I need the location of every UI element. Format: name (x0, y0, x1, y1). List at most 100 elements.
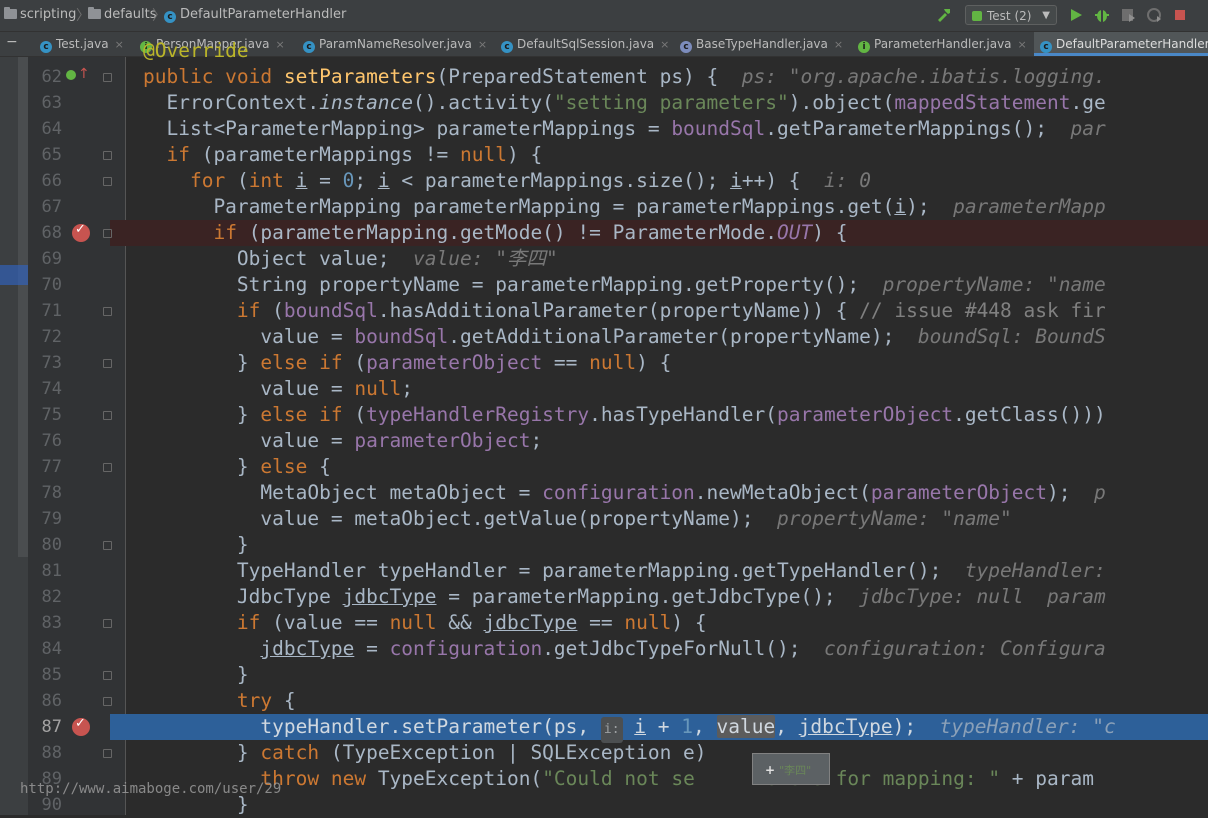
breadcrumb-label: defaults (104, 7, 157, 22)
code-line[interactable]: 83 if (value == null && jdbcType == null… (0, 610, 1208, 636)
run-configuration-select[interactable]: Test (2) ▼ (965, 5, 1057, 25)
code-line[interactable]: 82 JdbcType jdbcType = parameterMapping.… (0, 584, 1208, 610)
code-text: List<ParameterMapping> parameterMappings… (143, 117, 1106, 140)
code-line[interactable]: 65 if (parameterMappings != null) { (0, 142, 1208, 168)
fold-icon[interactable] (103, 619, 112, 628)
code-text: } (143, 533, 249, 556)
fold-icon[interactable] (103, 73, 112, 82)
breadcrumb-label: scripting (20, 7, 77, 22)
code-line[interactable]: 84 jdbcType = configuration.getJdbcTypeF… (0, 636, 1208, 662)
code-text: ParameterMapping parameterMapping = para… (143, 195, 1106, 218)
fold-icon[interactable] (103, 697, 112, 706)
line-number: 62 (41, 67, 62, 87)
code-text: value = metaObject.getValue(propertyName… (143, 507, 1012, 530)
code-text: TypeHandler typeHandler = parameterMappi… (143, 559, 1106, 582)
override-arrow-icon: ↑ (78, 66, 90, 82)
folder-icon (88, 7, 101, 19)
code-line[interactable]: 63 ErrorContext.instance().activity("set… (0, 90, 1208, 116)
fold-icon[interactable] (103, 177, 112, 186)
code-line[interactable]: 64 List<ParameterMapping> parameterMappi… (0, 116, 1208, 142)
line-number: 64 (41, 119, 62, 139)
breadcrumb-label: DefaultParameterHandler (180, 7, 347, 22)
code-line[interactable]: 67 ParameterMapping parameterMapping = p… (0, 194, 1208, 220)
code-text: if (parameterMappings != null) { (166, 143, 543, 166)
line-number: 84 (41, 639, 62, 659)
chevron-down-icon: ▼ (1042, 10, 1050, 21)
code-line[interactable]: 72 value = boundSql.getAdditionalParamet… (0, 324, 1208, 350)
code-line[interactable]: 75 } else if (typeHandlerRegistry.hasTyp… (0, 402, 1208, 428)
code-line-current[interactable]: 87 typeHandler.setParameter(ps, i: i + 1… (0, 714, 1208, 743)
breadcrumb-class[interactable]: c DefaultParameterHandler (164, 6, 346, 24)
code-text: try { (236, 689, 296, 712)
code-line[interactable]: 77 } else { (0, 454, 1208, 480)
code-line[interactable]: 70 String propertyName = parameterMappin… (0, 272, 1208, 298)
fold-icon[interactable] (103, 463, 112, 472)
code-text: value = null; (143, 377, 414, 400)
code-line[interactable]: 85 } (0, 662, 1208, 688)
code-text: MetaObject metaObject = configuration.ne… (143, 481, 1106, 504)
code-text: } else if (parameterObject == null) { (143, 351, 672, 374)
value-tooltip[interactable]: + "李四" (752, 753, 830, 785)
line-number: 79 (41, 509, 62, 529)
line-number: 76 (41, 431, 62, 451)
code-line[interactable]: 81 TypeHandler typeHandler = parameterMa… (0, 558, 1208, 584)
code-text: } else { (143, 455, 331, 478)
code-line[interactable]: 80 } (0, 532, 1208, 558)
code-line: @Override (0, 38, 1208, 64)
code-line[interactable]: 66 for (int i = 0; i < parameterMappings… (0, 168, 1208, 194)
breadcrumb-scripting[interactable]: scripting (4, 6, 76, 24)
code-line[interactable]: 79 value = metaObject.getValue(propertyN… (0, 506, 1208, 532)
fold-icon[interactable] (103, 151, 112, 160)
fold-icon[interactable] (103, 411, 112, 420)
run-icon[interactable] (1068, 7, 1084, 23)
line-number: 73 (41, 353, 62, 373)
code-line[interactable]: 69 Object value; value: "李四" (0, 246, 1208, 272)
code-text: } catch (TypeException | SQLException e) (143, 741, 707, 764)
code-line[interactable]: 68 if (parameterMapping.getMode() != Par… (0, 220, 1208, 246)
code-line[interactable]: 74 value = null; (0, 376, 1208, 402)
test-config-icon (972, 11, 982, 21)
debug-icon[interactable] (1094, 7, 1110, 23)
implements-marker-icon[interactable] (66, 70, 76, 80)
code-line[interactable]: 86 try { (0, 688, 1208, 714)
expand-icon[interactable]: + (765, 763, 775, 777)
profile-icon[interactable] (1146, 7, 1162, 23)
fold-icon[interactable] (103, 541, 112, 550)
code-line[interactable]: 71 if (boundSql.hasAdditionalParameter(p… (0, 298, 1208, 324)
hammer-icon[interactable] (936, 7, 952, 23)
class-icon: c (164, 11, 176, 23)
breakpoint-icon[interactable] (72, 716, 90, 736)
navigation-bar: scripting 〉 defaults 〉 c DefaultParameter… (0, 0, 1208, 32)
code-text: value = parameterObject; (143, 429, 543, 452)
code-text: Object value; value: "李四" (143, 247, 558, 270)
fold-icon[interactable] (103, 359, 112, 368)
tooltip-value: "李四" (779, 764, 812, 777)
line-number: 69 (41, 249, 62, 269)
code-line[interactable]: 78 MetaObject metaObject = configuration… (0, 480, 1208, 506)
code-line[interactable]: 73 } else if (parameterObject == null) { (0, 350, 1208, 376)
code-line[interactable]: 62 ↑ public void setParameters(PreparedS… (0, 64, 1208, 90)
fold-icon[interactable] (103, 671, 112, 680)
line-number: 66 (41, 171, 62, 191)
fold-icon[interactable] (103, 749, 112, 758)
code-text: for (int i = 0; i < parameterMappings.si… (189, 169, 871, 192)
breakpoint-icon[interactable] (72, 222, 90, 242)
line-number: 68 (41, 223, 62, 243)
stop-icon[interactable] (1172, 7, 1188, 23)
line-number: 65 (41, 145, 62, 165)
folder-icon (4, 7, 17, 19)
fold-icon[interactable] (103, 229, 112, 238)
line-number: 78 (41, 483, 62, 503)
hovered-token[interactable]: value (716, 715, 776, 738)
code-text: ErrorContext.instance().activity("settin… (143, 91, 1106, 114)
watermark-url: http://www.aimaboge.com/user/29 (20, 781, 282, 797)
code-text: if (boundSql.hasAdditionalParameter(prop… (236, 299, 1106, 322)
code-line[interactable]: 76 value = parameterObject; (0, 428, 1208, 454)
coverage-icon[interactable] (1120, 7, 1136, 23)
breadcrumb-defaults[interactable]: defaults (88, 6, 157, 24)
code-text: } (143, 663, 249, 686)
code-text: if (parameterMapping.getMode() != Parame… (213, 221, 848, 244)
fold-icon[interactable] (103, 307, 112, 316)
code-line[interactable]: 88 } catch (TypeException | SQLException… (0, 740, 1208, 766)
line-number: 63 (41, 93, 62, 113)
